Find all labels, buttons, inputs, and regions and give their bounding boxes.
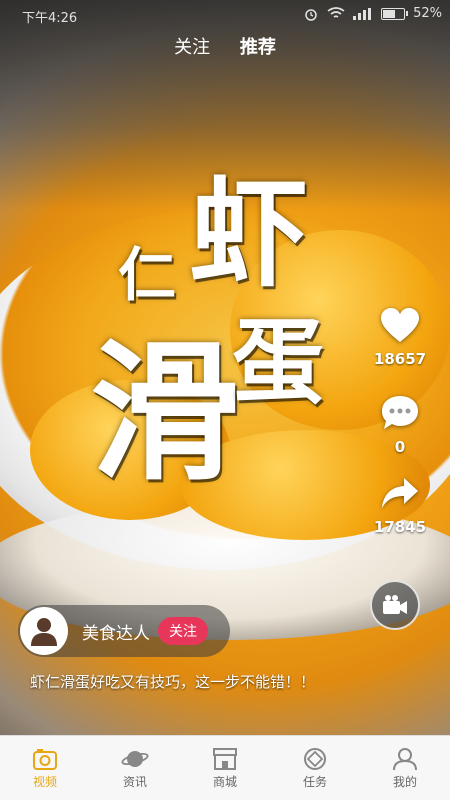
like-button[interactable]: 18657 — [370, 308, 430, 368]
share-icon — [382, 478, 418, 508]
alarm-icon — [305, 8, 317, 21]
nav-news-label: 资讯 — [122, 775, 147, 789]
video-screen: 虾 仁 滑 蛋 下午4:26 52% 关注 推荐 18657 0 17845 美… — [0, 0, 450, 800]
video-camera-icon — [383, 595, 407, 614]
comment-icon — [382, 396, 418, 429]
feed-tabs: 关注 推荐 — [0, 33, 450, 59]
nav-video-label: 视频 — [32, 775, 57, 789]
tab-follow[interactable]: 关注 — [174, 37, 210, 58]
battery-level: 52% — [413, 6, 442, 21]
video-caption: 虾仁滑蛋好吃又有技巧，这一步不能错！！ — [30, 673, 316, 691]
planet-icon — [121, 751, 149, 767]
task-icon — [304, 748, 326, 770]
user-avatar-icon — [31, 618, 57, 646]
nav-shop-label: 商城 — [212, 775, 237, 789]
signal-icon — [353, 7, 372, 20]
status-time: 下午4:26 — [22, 11, 78, 26]
share-button[interactable]: 17845 — [370, 476, 430, 536]
comment-count: 0 — [394, 438, 406, 456]
nav-mine[interactable]: 我的 — [360, 736, 450, 800]
title-char: 虾 — [190, 164, 309, 303]
battery-icon — [381, 7, 409, 20]
nav-video[interactable]: 视频 — [0, 736, 90, 800]
author-bar: 美食达人 关注 — [18, 605, 230, 657]
nav-task[interactable]: 任务 — [270, 736, 360, 800]
title-char: 滑 — [90, 325, 241, 501]
heart-icon — [381, 308, 419, 342]
nav-news[interactable]: 资讯 — [90, 736, 180, 800]
status-bar: 下午4:26 52% — [0, 0, 450, 30]
share-count: 17845 — [373, 518, 427, 536]
video-icon — [33, 749, 57, 770]
follow-button[interactable]: 关注 — [158, 617, 208, 645]
record-button[interactable] — [370, 580, 420, 630]
author-name[interactable]: 美食达人 — [82, 619, 150, 644]
wifi-icon — [327, 7, 345, 18]
nav-mine-label: 我的 — [392, 775, 417, 789]
nav-shop[interactable]: 商城 — [180, 736, 270, 800]
shop-icon — [213, 748, 237, 770]
title-char: 蛋 — [232, 308, 325, 416]
like-count: 18657 — [373, 350, 427, 368]
user-icon — [393, 748, 417, 771]
bottom-nav: 视频 资讯 商城 任务 我的 — [0, 735, 450, 800]
nav-task-label: 任务 — [302, 775, 327, 789]
tab-recommend[interactable]: 推荐 — [240, 37, 276, 58]
avatar[interactable] — [20, 607, 68, 655]
comment-button[interactable]: 0 — [370, 394, 430, 456]
